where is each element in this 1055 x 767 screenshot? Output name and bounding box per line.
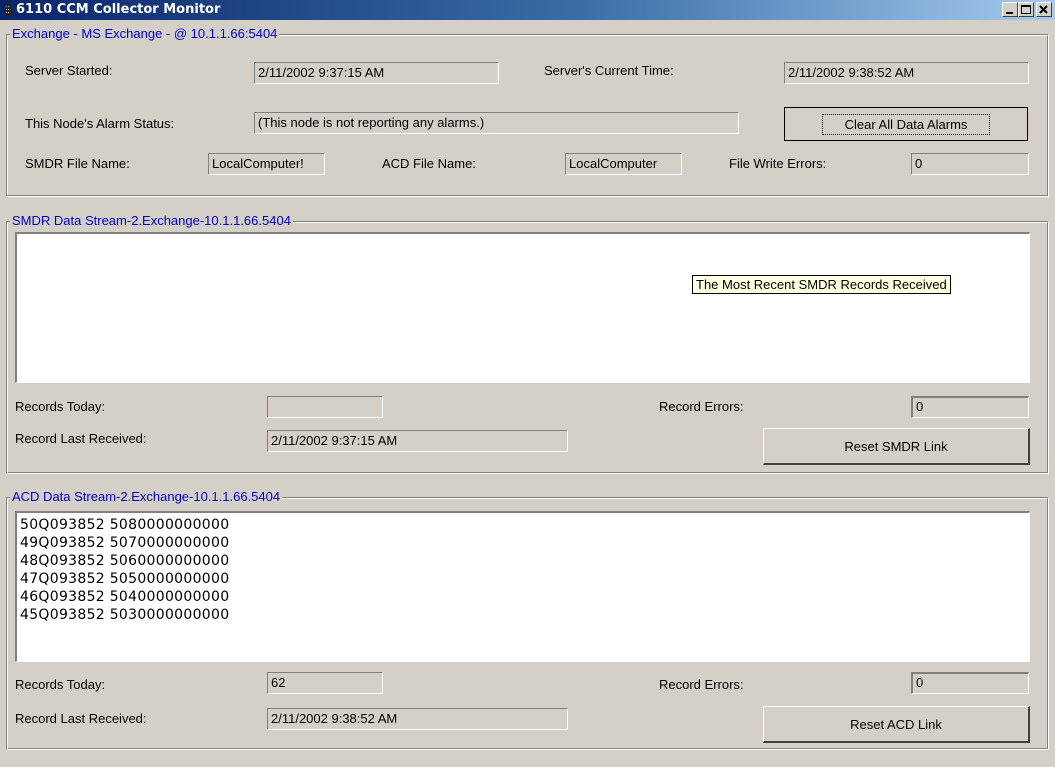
smdr-file-name-field: LocalComputer! bbox=[208, 153, 325, 175]
acd-record-line: 47Q093852 5050000000000 bbox=[20, 571, 230, 587]
acd-record-line: 49Q093852 5070000000000 bbox=[20, 535, 230, 551]
smdr-last-received-field: 2/11/2002 9:37:15 AM bbox=[267, 430, 568, 452]
acd-records-today-field: 62 bbox=[267, 672, 383, 694]
smdr-records-textbox[interactable] bbox=[15, 232, 1030, 383]
file-write-errors-field: 0 bbox=[911, 153, 1029, 175]
reset-acd-link-button[interactable]: Reset ACD Link bbox=[763, 706, 1030, 743]
maximize-button[interactable] bbox=[1018, 2, 1034, 17]
alarm-status-field: (This node is not reporting any alarms.) bbox=[254, 112, 739, 134]
minimize-icon bbox=[1006, 12, 1013, 14]
acd-file-name-field: LocalComputer bbox=[565, 153, 682, 175]
smdr-record-errors-field: 0 bbox=[911, 396, 1029, 418]
title-bar[interactable]: 6110 CCM Collector Monitor bbox=[0, 0, 1055, 20]
acd-record-line: 46Q093852 5040000000000 bbox=[20, 589, 230, 605]
acd-record-line: 48Q093852 5060000000000 bbox=[20, 553, 230, 569]
acd-record-errors-field: 0 bbox=[911, 672, 1029, 694]
smdr-records-tooltip: The Most Recent SMDR Records Received bbox=[692, 275, 951, 294]
phone-handset-icon bbox=[2, 2, 14, 18]
acd-last-received-field: 2/11/2002 9:38:52 AM bbox=[267, 708, 568, 730]
clear-all-alarms-label: Clear All Data Alarms bbox=[821, 113, 991, 135]
smdr-records-today-field bbox=[267, 396, 383, 418]
acd-record-line: 45Q093852 5030000000000 bbox=[20, 607, 230, 623]
acd-record-line: 50Q093852 5080000000000 bbox=[20, 517, 230, 533]
server-started-label: Server Started: bbox=[25, 63, 113, 78]
reset-smdr-link-button[interactable]: Reset SMDR Link bbox=[763, 428, 1030, 465]
acd-record-errors-label: Record Errors: bbox=[659, 677, 744, 692]
close-button[interactable] bbox=[1036, 2, 1052, 17]
acd-file-name-label: ACD File Name: bbox=[382, 156, 476, 171]
current-time-label: Server's Current Time: bbox=[544, 63, 674, 78]
smdr-last-received-label: Record Last Received: bbox=[15, 431, 147, 446]
reset-acd-link-label: Reset ACD Link bbox=[850, 716, 942, 732]
minimize-button[interactable] bbox=[1002, 2, 1018, 17]
window-title: 6110 CCM Collector Monitor bbox=[16, 2, 221, 17]
alarm-status-label: This Node's Alarm Status: bbox=[25, 116, 175, 131]
acd-legend: ACD Data Stream-2.Exchange-10.1.1.66.540… bbox=[10, 489, 283, 504]
clear-all-alarms-button[interactable]: Clear All Data Alarms bbox=[784, 107, 1028, 141]
file-write-errors-label: File Write Errors: bbox=[729, 156, 827, 171]
acd-last-received-label: Record Last Received: bbox=[15, 711, 147, 726]
smdr-record-errors-label: Record Errors: bbox=[659, 399, 744, 414]
smdr-legend: SMDR Data Stream-2.Exchange-10.1.1.66.54… bbox=[10, 213, 293, 228]
app-window: 6110 CCM Collector Monitor Exchange - MS… bbox=[0, 0, 1055, 767]
reset-smdr-link-label: Reset SMDR Link bbox=[844, 438, 948, 454]
smdr-records-today-label: Records Today: bbox=[15, 399, 106, 414]
acd-records-textbox[interactable]: 50Q093852 5080000000000 49Q093852 507000… bbox=[15, 511, 1030, 662]
maximize-icon bbox=[1021, 5, 1031, 14]
server-started-field: 2/11/2002 9:37:15 AM bbox=[254, 62, 499, 84]
close-icon bbox=[1039, 5, 1048, 14]
exchange-legend: Exchange - MS Exchange - @ 10.1.1.66:540… bbox=[10, 26, 280, 41]
acd-records-today-label: Records Today: bbox=[15, 677, 106, 692]
smdr-file-name-label: SMDR File Name: bbox=[25, 156, 130, 171]
current-time-field: 2/11/2002 9:38:52 AM bbox=[784, 62, 1029, 84]
